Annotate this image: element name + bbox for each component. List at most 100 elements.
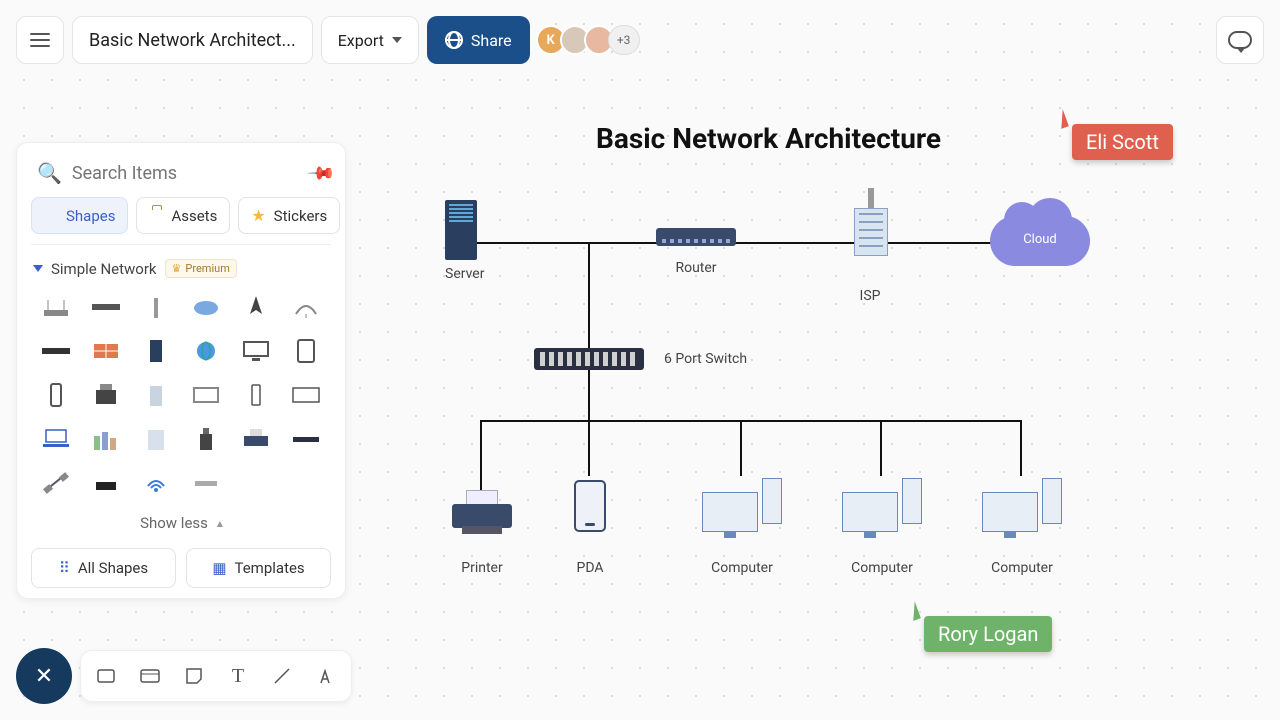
pin-icon[interactable]: 📌 (306, 158, 337, 189)
tool-card[interactable] (135, 661, 165, 691)
tab-shapes[interactable]: Shapes (31, 197, 128, 234)
shape-satellite-dish[interactable] (283, 288, 329, 326)
link (588, 420, 590, 476)
node-pda[interactable]: PDA (574, 480, 606, 576)
shape-smartphone[interactable] (233, 376, 279, 414)
node-computer-1[interactable]: Computer (702, 474, 782, 576)
computer-icon (842, 474, 922, 538)
shape-satellite[interactable] (33, 464, 79, 502)
link (480, 420, 1020, 422)
tool-pen[interactable] (311, 661, 341, 691)
computer-icon (702, 474, 782, 538)
switch-icon (534, 348, 644, 370)
shape-city[interactable] (83, 420, 129, 458)
search-input[interactable] (72, 163, 300, 184)
computer-icon (982, 474, 1062, 538)
hamburger-icon (30, 33, 50, 47)
shape-monitor[interactable] (233, 332, 279, 370)
tab-label: Assets (171, 207, 217, 225)
link (1020, 420, 1022, 476)
diagram[interactable]: Basic Network Architecture Server Router… (360, 80, 1260, 700)
star-icon: ★ (251, 206, 265, 225)
panel-bottom-row: ⠿ All Shapes ▦ Templates (31, 548, 331, 588)
template-icon: ▦ (212, 559, 226, 577)
shape-grid (31, 288, 331, 502)
shape-tv[interactable] (283, 376, 329, 414)
section-title: Simple Network (51, 260, 157, 278)
export-label: Export (338, 31, 384, 50)
shape-laptop[interactable] (33, 420, 79, 458)
link (588, 370, 590, 420)
printer-icon (452, 490, 512, 534)
shape-rack[interactable] (33, 332, 79, 370)
shape-patch[interactable] (183, 464, 229, 502)
share-button[interactable]: Share (427, 16, 530, 64)
node-router[interactable]: Router (656, 228, 736, 276)
tool-text[interactable]: T (223, 661, 253, 691)
tab-label: Shapes (66, 207, 115, 225)
shape-printer[interactable] (233, 420, 279, 458)
panel-tabs: Shapes Assets ★ Stickers (31, 197, 331, 234)
menu-button[interactable] (16, 16, 64, 64)
topbar: Basic Network Architect... Export Share … (16, 16, 640, 64)
building-icon (840, 194, 900, 264)
shape-antenna[interactable] (133, 288, 179, 326)
close-fab[interactable]: ✕ (16, 648, 72, 704)
node-isp[interactable]: ISP (840, 194, 900, 304)
tool-note[interactable] (179, 661, 209, 691)
all-shapes-button[interactable]: ⠿ All Shapes (31, 548, 176, 588)
node-server[interactable]: Server (445, 200, 484, 282)
router-icon (656, 228, 736, 246)
premium-badge: ♛ Premium (165, 259, 237, 278)
link (880, 420, 882, 476)
tool-rectangle[interactable] (91, 661, 121, 691)
show-less-button[interactable]: Show less▸ (31, 502, 331, 540)
shape-switch-small[interactable] (83, 288, 129, 326)
shapes-panel: 🔍 📌 Shapes Assets ★ Stickers Simple Netw… (16, 142, 346, 599)
chevron-right-icon: ▸ (212, 521, 226, 527)
cloud-icon: Cloud (990, 216, 1090, 266)
section-header[interactable]: Simple Network ♛ Premium (31, 255, 331, 288)
node-switch[interactable]: 6 Port Switch (534, 348, 747, 370)
speech-bubble-icon (1228, 31, 1252, 49)
shape-building[interactable] (133, 376, 179, 414)
server-icon (445, 200, 477, 260)
shape-display[interactable] (183, 376, 229, 414)
document-title[interactable]: Basic Network Architect... (72, 16, 313, 64)
tab-stickers[interactable]: ★ Stickers (238, 197, 340, 234)
triangle-down-icon (33, 265, 43, 272)
shape-server[interactable] (133, 332, 179, 370)
comments-button[interactable] (1216, 16, 1264, 64)
shape-office[interactable] (133, 420, 179, 458)
shape-rocket[interactable] (233, 288, 279, 326)
shape-hub[interactable] (283, 420, 329, 458)
pda-icon (574, 480, 606, 532)
shape-firewall[interactable] (83, 332, 129, 370)
templates-button[interactable]: ▦ Templates (186, 548, 331, 588)
crown-icon: ♛ (172, 262, 182, 275)
shape-cloud[interactable] (183, 288, 229, 326)
node-computer-3[interactable]: Computer (982, 474, 1062, 576)
shape-modem[interactable] (83, 464, 129, 502)
shape-phone[interactable] (33, 376, 79, 414)
shape-tablet[interactable] (283, 332, 329, 370)
share-label: Share (471, 31, 512, 50)
node-computer-2[interactable]: Computer (842, 474, 922, 576)
grid-icon: ⠿ (59, 559, 70, 577)
shape-deskphone[interactable] (183, 420, 229, 458)
export-button[interactable]: Export (321, 16, 419, 64)
node-printer[interactable]: Printer (452, 490, 512, 576)
tool-line[interactable] (267, 661, 297, 691)
section-simple-network: Simple Network ♛ Premium (31, 244, 331, 540)
link (470, 242, 1030, 244)
avatar-more-count[interactable]: +3 (608, 25, 640, 55)
shape-wireless[interactable] (133, 464, 179, 502)
collaborator-avatars[interactable]: K +3 (542, 25, 640, 55)
shape-fax[interactable] (83, 376, 129, 414)
shape-globe[interactable] (183, 332, 229, 370)
tab-assets[interactable]: Assets (136, 197, 230, 234)
shape-wifi-router[interactable] (33, 288, 79, 326)
search-icon: 🔍 (37, 161, 62, 185)
link (588, 242, 590, 360)
node-cloud[interactable]: Cloud (990, 216, 1090, 266)
